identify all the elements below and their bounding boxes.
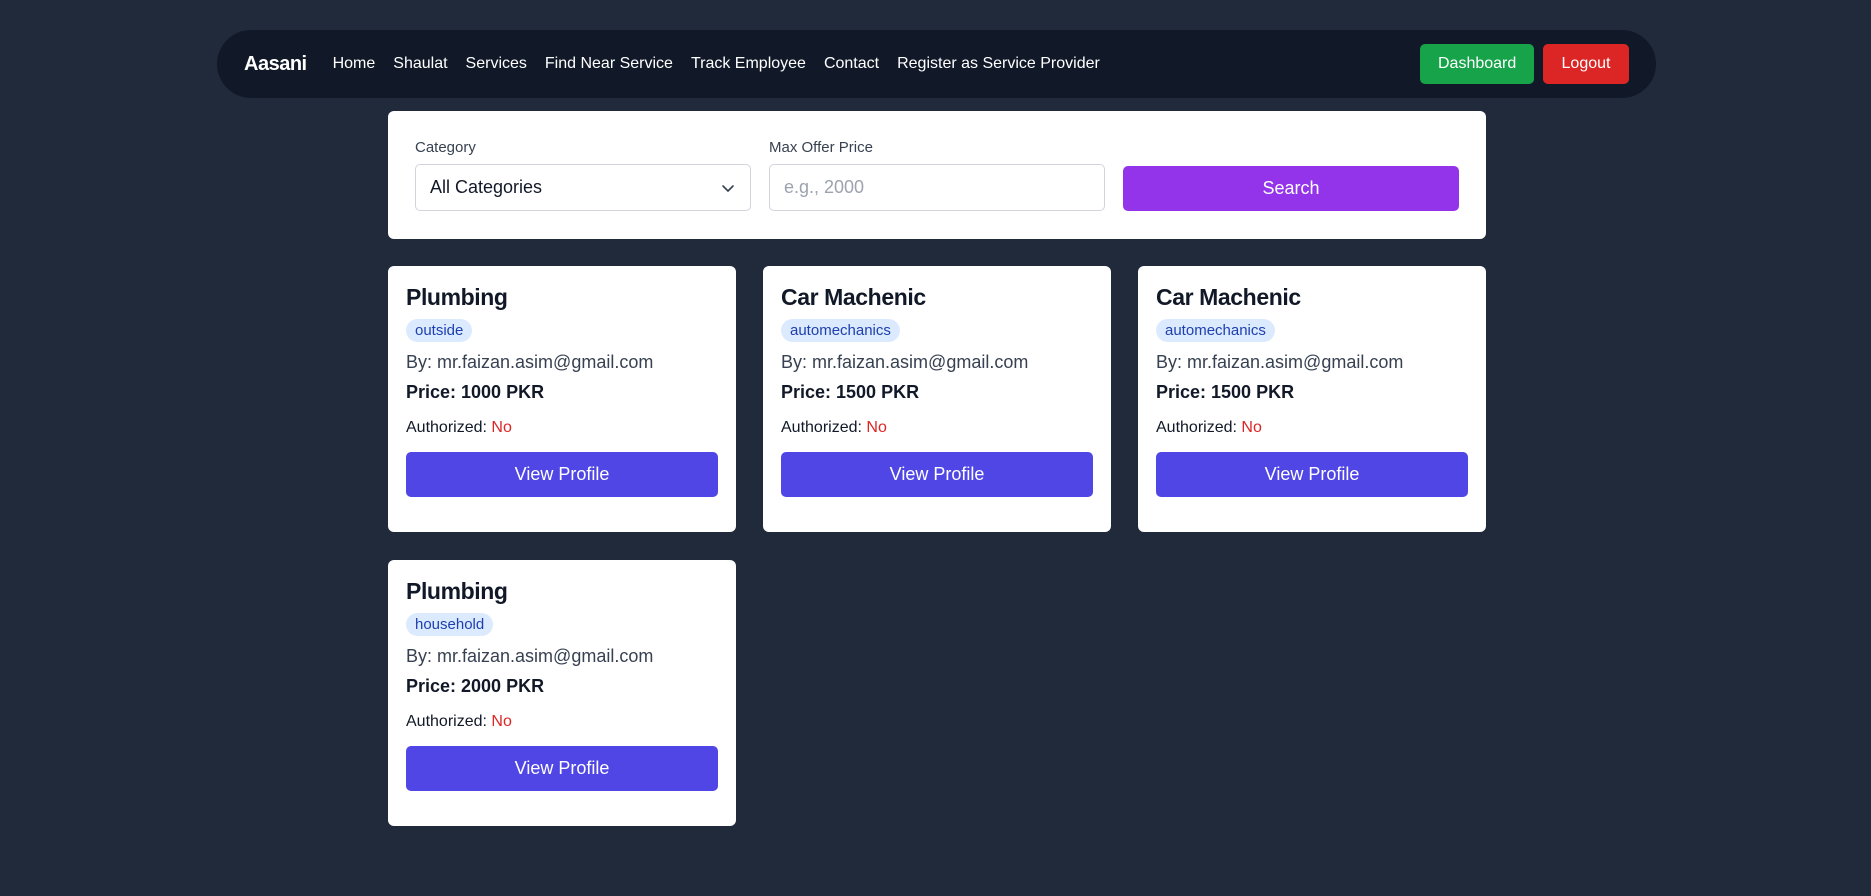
service-card: Car Machenic automechanics By: mr.faizan… bbox=[1138, 266, 1486, 532]
nav-link-register-provider[interactable]: Register as Service Provider bbox=[897, 55, 1100, 73]
filter-panel: Category All Categories Max Offer Price … bbox=[388, 111, 1486, 239]
authorized-value: No bbox=[1241, 419, 1262, 436]
view-profile-button[interactable]: View Profile bbox=[1156, 452, 1468, 497]
category-tag: outside bbox=[406, 319, 473, 342]
service-price: Price: 1000 PKR bbox=[406, 382, 545, 402]
view-profile-button[interactable]: View Profile bbox=[781, 452, 1093, 497]
nav-link-shaulat[interactable]: Shaulat bbox=[393, 55, 447, 73]
service-price: Price: 2000 PKR bbox=[406, 676, 545, 696]
service-price: Price: 1500 PKR bbox=[1156, 382, 1295, 402]
category-tag: automechanics bbox=[1156, 319, 1275, 342]
view-profile-button[interactable]: View Profile bbox=[406, 452, 718, 497]
provider-email: By: mr.faizan.asim@gmail.com bbox=[1156, 352, 1404, 372]
category-select-value: All Categories bbox=[430, 177, 543, 197]
category-tag: automechanics bbox=[781, 319, 900, 342]
authorized-label: Authorized: bbox=[406, 713, 487, 730]
provider-email: By: mr.faizan.asim@gmail.com bbox=[781, 352, 1029, 372]
logout-button[interactable]: Logout bbox=[1543, 44, 1629, 84]
category-select[interactable]: All Categories bbox=[415, 164, 751, 211]
category-tag: household bbox=[406, 613, 494, 636]
authorized-label: Authorized: bbox=[406, 419, 487, 436]
provider-email: By: mr.faizan.asim@gmail.com bbox=[406, 646, 654, 666]
authorized-label: Authorized: bbox=[1156, 419, 1237, 436]
dashboard-button[interactable]: Dashboard bbox=[1420, 44, 1534, 84]
brand-logo[interactable]: Aasani bbox=[244, 53, 307, 76]
service-card: Plumbing household By: mr.faizan.asim@gm… bbox=[388, 560, 736, 826]
nav-link-services[interactable]: Services bbox=[466, 55, 527, 73]
nav-link-home[interactable]: Home bbox=[333, 55, 376, 73]
top-navbar: Aasani Home Shaulat Services Find Near S… bbox=[217, 30, 1656, 98]
nav-actions: Dashboard Logout bbox=[1420, 44, 1629, 84]
service-cards: Plumbing outside By: mr.faizan.asim@gmai… bbox=[388, 266, 1486, 826]
service-title: Plumbing bbox=[406, 284, 508, 310]
nav-links: Home Shaulat Services Find Near Service … bbox=[333, 55, 1118, 73]
search-button[interactable]: Search bbox=[1123, 166, 1459, 211]
max-price-input[interactable] bbox=[769, 164, 1105, 211]
category-field: Category All Categories bbox=[415, 139, 751, 239]
service-price: Price: 1500 PKR bbox=[781, 382, 920, 402]
max-price-field: Max Offer Price bbox=[769, 139, 1105, 239]
view-profile-button[interactable]: View Profile bbox=[406, 746, 718, 791]
authorized-status: Authorized: No bbox=[406, 419, 718, 437]
authorized-status: Authorized: No bbox=[781, 419, 1093, 437]
provider-email: By: mr.faizan.asim@gmail.com bbox=[406, 352, 654, 372]
service-title: Car Machenic bbox=[1156, 284, 1301, 310]
service-card: Car Machenic automechanics By: mr.faizan… bbox=[763, 266, 1111, 532]
chevron-down-icon bbox=[722, 184, 734, 192]
service-title: Car Machenic bbox=[781, 284, 926, 310]
category-label: Category bbox=[415, 139, 476, 156]
nav-link-find-near-service[interactable]: Find Near Service bbox=[545, 55, 673, 73]
authorized-value: No bbox=[866, 419, 887, 436]
authorized-value: No bbox=[491, 419, 512, 436]
service-card: Plumbing outside By: mr.faizan.asim@gmai… bbox=[388, 266, 736, 532]
authorized-label: Authorized: bbox=[781, 419, 862, 436]
authorized-status: Authorized: No bbox=[1156, 419, 1468, 437]
authorized-status: Authorized: No bbox=[406, 713, 718, 731]
nav-link-track-employee[interactable]: Track Employee bbox=[691, 55, 806, 73]
service-title: Plumbing bbox=[406, 578, 508, 604]
max-price-label: Max Offer Price bbox=[769, 139, 873, 156]
authorized-value: No bbox=[491, 713, 512, 730]
nav-link-contact[interactable]: Contact bbox=[824, 55, 879, 73]
